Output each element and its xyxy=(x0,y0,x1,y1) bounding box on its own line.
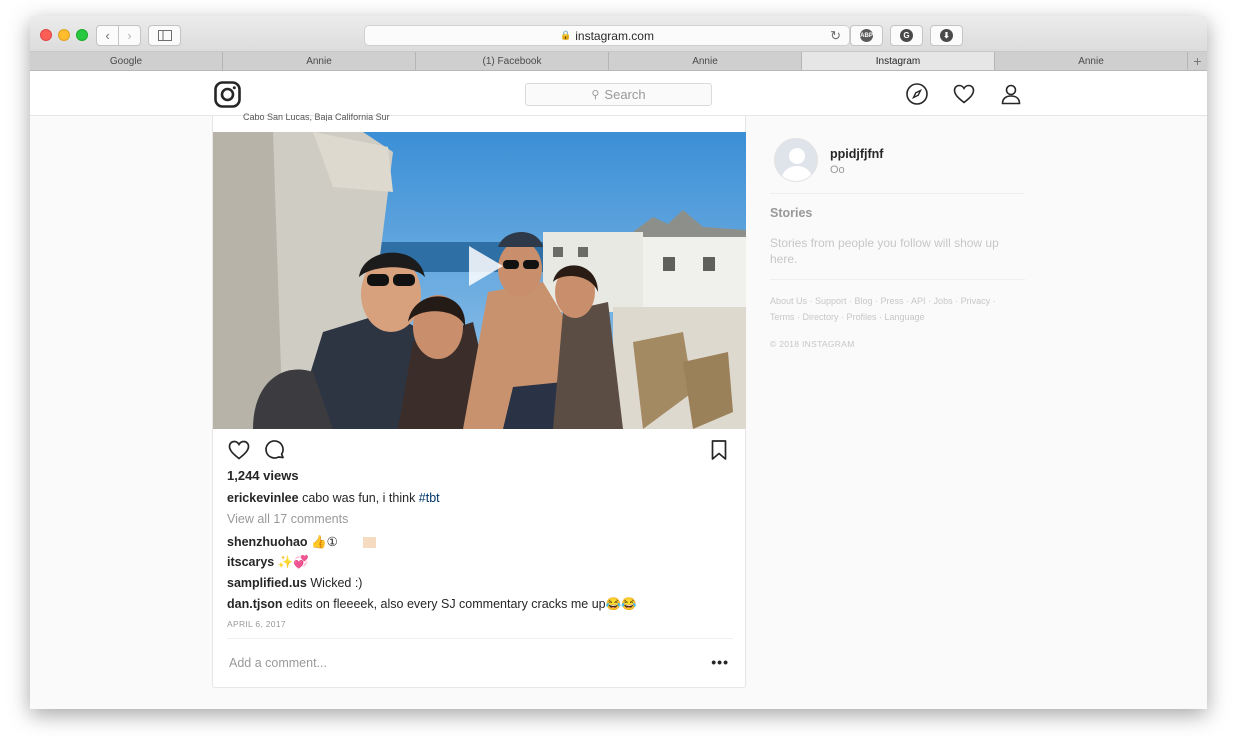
url-text: instagram.com xyxy=(575,28,654,43)
sidebar-icon xyxy=(157,30,172,41)
comment-text: 👍① xyxy=(307,535,338,549)
minimize-window-button[interactable] xyxy=(58,29,70,41)
heart-icon[interactable] xyxy=(952,82,976,106)
grammarly-icon: G xyxy=(900,29,913,42)
divider xyxy=(770,279,1025,280)
caption-text: cabo was fun, i think xyxy=(298,491,419,505)
divider xyxy=(227,638,733,639)
comment-text: edits on fleeeek, also every SJ commenta… xyxy=(282,597,637,611)
browser-window: ‹ › 🔒 instagram.com ↻ ABP G ⬇ Google Ann… xyxy=(30,16,1207,709)
feed-post: Cabo San Lucas, Baja California Sur 1,24… xyxy=(212,112,746,688)
tab-facebook[interactable]: (1) Facebook xyxy=(416,52,609,70)
like-heart-icon[interactable] xyxy=(227,438,251,462)
grammarly-extension-button[interactable]: G xyxy=(890,25,923,46)
more-options-button[interactable]: ••• xyxy=(711,654,729,670)
tab-bar: Google Annie (1) Facebook Annie Instagra… xyxy=(30,52,1207,71)
default-avatar-icon xyxy=(775,139,817,181)
view-all-comments-link[interactable]: View all 17 comments xyxy=(227,512,348,526)
bookmark-icon[interactable] xyxy=(707,438,731,462)
reload-icon[interactable]: ↻ xyxy=(830,28,841,44)
avatar[interactable] xyxy=(774,138,818,182)
comment-text: Wicked :) xyxy=(306,576,363,590)
tab-google[interactable]: Google xyxy=(30,52,223,70)
profile-fullname: Oo xyxy=(830,164,845,176)
compass-icon[interactable] xyxy=(905,82,929,106)
download-extension-button[interactable]: ⬇ xyxy=(930,25,963,46)
tab-annie-2[interactable]: Annie xyxy=(609,52,802,70)
chevron-left-icon: ‹ xyxy=(105,28,110,43)
browser-toolbar: ‹ › 🔒 instagram.com ↻ ABP G ⬇ xyxy=(30,16,1207,52)
copyright-text: © 2018 INSTAGRAM xyxy=(770,339,855,349)
comment-item: itscarys ✨💞 xyxy=(227,555,309,570)
play-icon[interactable] xyxy=(449,234,513,298)
chevron-right-icon: › xyxy=(127,28,132,43)
comment-username[interactable]: samplified.us xyxy=(227,576,307,590)
lock-icon: 🔒 xyxy=(560,30,572,40)
adblock-extension-button[interactable]: ABP xyxy=(850,25,883,46)
stories-empty-text: Stories from people you follow will show… xyxy=(770,236,999,266)
profile-icon[interactable] xyxy=(999,82,1023,106)
post-date[interactable]: APRIL 6, 2017 xyxy=(227,619,286,629)
adblock-icon: ABP xyxy=(860,29,873,42)
sidebar-toggle-button[interactable] xyxy=(148,25,181,46)
post-location[interactable]: Cabo San Lucas, Baja California Sur xyxy=(243,112,390,121)
tab-annie-3[interactable]: Annie xyxy=(995,52,1188,70)
post-actions xyxy=(227,438,287,462)
new-tab-button[interactable]: + xyxy=(1188,52,1207,70)
add-comment-input[interactable]: Add a comment... xyxy=(229,656,327,670)
divider xyxy=(770,193,1025,194)
search-placeholder: Search xyxy=(604,87,646,102)
emoji-placeholder-icon xyxy=(363,537,377,549)
stories-heading: Stories xyxy=(770,206,813,220)
search-icon: ⚲ xyxy=(591,89,600,101)
back-button[interactable]: ‹ xyxy=(96,25,119,46)
instagram-logo-icon[interactable] xyxy=(214,81,241,108)
view-count: 1,244 views xyxy=(227,468,299,483)
caption-username[interactable]: erickevinlee xyxy=(227,491,299,505)
search-input[interactable]: ⚲ Search xyxy=(525,83,712,106)
caption-hashtag[interactable]: #tbt xyxy=(419,491,440,505)
comment-username[interactable]: shenzhuohao xyxy=(227,535,308,549)
instagram-header: ⚲ Search xyxy=(30,71,1207,116)
footer-links[interactable]: About Us · Support · Blog · Press · API … xyxy=(770,293,1010,325)
zoom-window-button[interactable] xyxy=(76,29,88,41)
profile-username[interactable]: ppidjfjfnf xyxy=(830,147,883,161)
comment-username[interactable]: dan.tjson xyxy=(227,597,283,611)
close-window-button[interactable] xyxy=(40,29,52,41)
comment-item: samplified.us Wicked :) xyxy=(227,576,362,590)
download-icon: ⬇ xyxy=(940,29,953,42)
tab-annie-1[interactable]: Annie xyxy=(223,52,416,70)
comment-icon[interactable] xyxy=(263,438,287,462)
forward-button[interactable]: › xyxy=(118,25,141,46)
comment-item: shenzhuohao 👍① xyxy=(227,534,377,550)
address-bar[interactable]: 🔒 instagram.com ↻ xyxy=(364,25,850,46)
comment-text: ✨💞 xyxy=(274,555,309,569)
comment-item: dan.tjson edits on fleeeek, also every S… xyxy=(227,597,637,612)
post-caption: erickevinlee cabo was fun, i think #tbt xyxy=(227,491,440,505)
tab-instagram[interactable]: Instagram xyxy=(802,52,995,70)
comment-username[interactable]: itscarys xyxy=(227,555,274,569)
